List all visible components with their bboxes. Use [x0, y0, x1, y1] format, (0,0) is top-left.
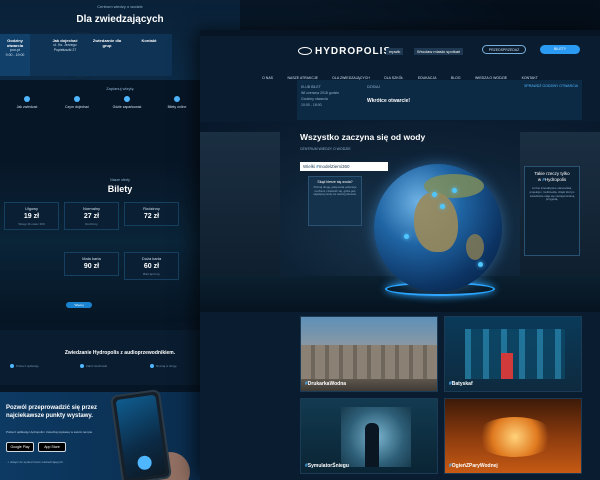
today-status: DZISIAJ Wkrótce otwarcie! [367, 85, 411, 104]
exhibit-tag[interactable]: Wielki #modelZiemi360 [300, 162, 388, 171]
exhibit-caption: #DrukarkaWodna [305, 381, 347, 387]
audioguide-step: Załóż słuchawki [80, 364, 135, 369]
exhibit-caption: #Batyskaf [449, 381, 473, 387]
continent-shape [466, 234, 484, 260]
visitors-kicker: Centrum wiedzy o wodzie [97, 4, 143, 9]
hero-subtitle: CENTRUM WIEDZY O WODZIE [300, 147, 351, 151]
ticket-icon [174, 96, 180, 102]
map-pin-icon[interactable] [404, 234, 409, 239]
main-nav: O NAS NASZE ATRAKCJE DLA ZWIEDZAJĄCYCH D… [200, 66, 600, 80]
screenshot-stage: Centrum wiedzy o wodzie Dla zwiedzającyc… [0, 0, 600, 480]
info-strip: Godziny otwarcia pon-pt 9:00 - 19:00 Jak… [0, 34, 172, 76]
map-pin-icon[interactable] [440, 204, 445, 209]
feature-item[interactable]: Bilety online [152, 96, 202, 109]
bathyscaphe-image [501, 353, 513, 379]
map-pin-icon[interactable] [478, 262, 483, 267]
visitor-silhouette [365, 423, 379, 467]
google-play-button[interactable]: Google Play [6, 442, 34, 452]
feature-item[interactable]: Gdzie zaparkować [102, 96, 152, 109]
info-icon [24, 96, 30, 102]
earth-globe-image[interactable] [374, 164, 502, 292]
info-cell-hours[interactable]: Godziny otwarcia pon-pt 9:00 - 19:00 [0, 34, 30, 76]
scene-floor [200, 276, 600, 312]
ticket-card[interactable]: Normalny 27 zł Rodzinny [64, 202, 119, 230]
ticket-card[interactable]: Duża karta 60 zł Bilet łączony [124, 252, 179, 280]
map-pin-icon[interactable] [432, 192, 437, 197]
ticket-card[interactable]: Mała karta 90 zł [64, 252, 119, 276]
audioguide-step: Pobierz aplikację [10, 364, 65, 369]
feature-item[interactable]: Czym dojechać [52, 96, 102, 109]
continent-shape [414, 192, 458, 252]
phone-mockup [109, 388, 173, 480]
site-logo[interactable]: HYDROPOLIS [298, 46, 391, 57]
ticket-card[interactable]: Rodzinny 72 zł [124, 202, 179, 226]
walk-icon [150, 364, 154, 369]
bus-icon [74, 96, 80, 102]
opening-hours-box: KLUB BILET Wt czerwca 2018 godzin Godzin… [297, 80, 582, 120]
app-note: ...i dołącz do społeczności odwiedzający… [6, 460, 64, 464]
check-hours-link[interactable]: SPRAWDŹ GODZINY OTWARCIA [524, 84, 578, 88]
bathyscaphe-image [465, 329, 565, 379]
dam-image [301, 345, 437, 379]
visitors-title: Dla zwiedzających [76, 14, 164, 25]
app-store-button[interactable]: App Store [38, 442, 66, 452]
ticket-card[interactable]: Ulgowy 19 zł Wstęp M-owiec 360 [4, 202, 59, 230]
tickets-more-button[interactable]: Więcej [66, 302, 92, 308]
exhibit-tile[interactable]: #SymulatorŚniegu [300, 398, 438, 474]
feature-item[interactable]: Jak zwiedzać [2, 96, 52, 109]
audioguide-step: Ruszaj w drogę [150, 364, 205, 369]
app-heading: Pozwól przeprowadzić się przez najciekaw… [6, 405, 98, 419]
info-cell-groups[interactable]: Zwiedzanie dla grup [88, 38, 126, 48]
exhibit-tile[interactable]: #Batyskaf [444, 316, 582, 392]
exhibit-tile[interactable]: #OgieńZParyWodnej [444, 398, 582, 474]
download-icon [10, 364, 14, 369]
partner-logo[interactable]: mpwik [386, 48, 404, 55]
info-cell-contact[interactable]: Kontakt [130, 38, 168, 43]
hero-title: Wszystko zaczyna się od wody [300, 132, 426, 142]
exhibit-caption: #SymulatorŚniegu [305, 463, 349, 469]
headphones-icon [80, 364, 84, 369]
logo-icon [298, 47, 312, 56]
scene-wall [200, 132, 280, 292]
feature-side-card: Takie rzeczy tylko w #Hydropolis Liczne … [524, 166, 580, 256]
fire-glow-image [475, 417, 555, 457]
partner-logo[interactable]: Wrocław miasto spotkań [414, 48, 464, 55]
nav-item[interactable]: O NAS [262, 76, 273, 80]
presale-button[interactable]: PRZEDSPRZEDAŻ [482, 45, 526, 54]
parking-icon [124, 96, 130, 102]
globe-info-card: Skąd bierze się woda? Poznaj drogę, jaką… [308, 176, 362, 226]
exhibit-caption: #OgieńZParyWodnej [449, 463, 498, 469]
hours-details: KLUB BILET Wt czerwca 2018 godzin Godzin… [301, 85, 340, 107]
map-pin-icon[interactable] [452, 188, 457, 193]
app-subtext: Pobierz aplikację Hydropolis i zwiedzaj … [6, 430, 93, 434]
main-page-preview: HYDROPOLIS mpwik Wrocław miasto spotkań … [200, 30, 600, 480]
tickets-button[interactable]: BILETY [540, 45, 580, 54]
info-cell-directions[interactable]: Jak dojechać ul. Ks. Jerzego Popiełuszki… [46, 38, 84, 53]
exhibit-tile[interactable]: #DrukarkaWodna [300, 316, 438, 392]
site-header: HYDROPOLIS mpwik Wrocław miasto spotkań … [200, 36, 600, 66]
hero-scene: Wszystko zaczyna się od wody CENTRUM WIE… [200, 122, 600, 312]
